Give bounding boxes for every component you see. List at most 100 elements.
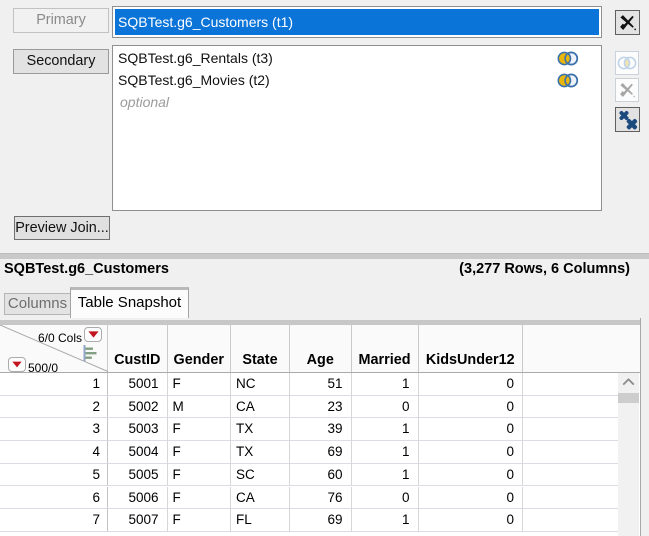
- table-row: 6 5006 F CA 76 0 0: [0, 487, 618, 510]
- cell-state[interactable]: TX: [231, 418, 290, 441]
- table-row: 3 5003 F TX 39 1 0: [0, 418, 618, 441]
- column-header[interactable]: State: [231, 325, 290, 372]
- secondary-table-item[interactable]: SQBTest.g6_Movies (t2): [113, 70, 601, 92]
- cell-filler: [523, 418, 618, 441]
- cell-filler: [523, 441, 618, 464]
- column-header[interactable]: Gender: [168, 325, 232, 372]
- cell-state[interactable]: TX: [231, 441, 290, 464]
- cell-custid[interactable]: 5005: [108, 464, 168, 487]
- venn-diagram-icon: [617, 56, 637, 70]
- preview-join-button[interactable]: Preview Join...: [14, 216, 110, 240]
- cell-custid[interactable]: 5001: [108, 373, 168, 396]
- cell-married[interactable]: 1: [352, 464, 419, 487]
- cell-state[interactable]: NC: [231, 373, 290, 396]
- row-number-cell[interactable]: 6: [0, 487, 108, 510]
- cell-age[interactable]: 69: [290, 509, 352, 532]
- table-row: 7 5007 F FL 69 1 0: [0, 509, 618, 532]
- cell-kidsunder12[interactable]: 0: [419, 509, 524, 532]
- remove-join-button[interactable]: [615, 78, 639, 102]
- cell-gender[interactable]: F: [168, 441, 232, 464]
- secondary-button[interactable]: Secondary: [13, 49, 109, 74]
- primary-table-selected-item[interactable]: SQBTest.g6_Customers (t1): [115, 9, 599, 35]
- tab-table-snapshot[interactable]: Table Snapshot: [70, 287, 189, 318]
- cell-age[interactable]: 76: [290, 487, 352, 510]
- edit-join-button[interactable]: [615, 51, 639, 75]
- cell-age[interactable]: 60: [290, 464, 352, 487]
- cell-gender[interactable]: F: [168, 509, 232, 532]
- cell-filler: [523, 396, 618, 419]
- red-triangle-icon: [88, 331, 99, 338]
- cell-filler: [523, 509, 618, 532]
- cell-married[interactable]: 1: [352, 441, 419, 464]
- cell-gender[interactable]: F: [168, 418, 232, 441]
- secondary-table-label: SQBTest.g6_Rentals (t3): [118, 50, 273, 66]
- scrollbar-up-button[interactable]: [618, 373, 639, 391]
- clear-joins-button[interactable]: [615, 107, 640, 132]
- cell-state[interactable]: CA: [231, 487, 290, 510]
- cell-filler: [523, 464, 618, 487]
- cell-married[interactable]: 1: [352, 509, 419, 532]
- cell-kidsunder12[interactable]: 0: [419, 441, 524, 464]
- vertical-scrollbar[interactable]: [618, 373, 639, 536]
- secondary-table-item[interactable]: SQBTest.g6_Rentals (t3): [113, 48, 601, 70]
- cell-age[interactable]: 51: [290, 373, 352, 396]
- columns-menu-button[interactable]: [84, 327, 102, 342]
- cell-married[interactable]: 1: [352, 373, 419, 396]
- column-header[interactable]: Age: [290, 325, 352, 372]
- row-number-cell[interactable]: 7: [0, 509, 108, 532]
- cell-kidsunder12[interactable]: 0: [419, 418, 524, 441]
- cell-filler: [523, 373, 618, 396]
- cell-custid[interactable]: 5004: [108, 441, 168, 464]
- red-triangle-icon: [12, 361, 22, 368]
- column-header-filler: [523, 325, 618, 372]
- row-number-cell[interactable]: 5: [0, 464, 108, 487]
- column-header[interactable]: CustID: [108, 325, 168, 372]
- cell-married[interactable]: 0: [352, 487, 419, 510]
- cell-filler: [523, 487, 618, 510]
- cell-state[interactable]: CA: [231, 396, 290, 419]
- scrollbar-thumb[interactable]: [618, 393, 639, 403]
- grid-body: 1 5001 F NC 51 1 0 2 5002 M CA 23 0 0 3 …: [0, 373, 640, 536]
- splitter-bar[interactable]: [0, 253, 649, 259]
- cell-married[interactable]: 0: [352, 396, 419, 419]
- cell-kidsunder12[interactable]: 0: [419, 464, 524, 487]
- row-number-cell[interactable]: 4: [0, 441, 108, 464]
- result-table-title: SQBTest.g6_Customers: [4, 261, 169, 277]
- cell-custid[interactable]: 5003: [108, 418, 168, 441]
- tab-columns[interactable]: Columns: [4, 293, 70, 315]
- cell-state[interactable]: SC: [231, 464, 290, 487]
- secondary-table-label: SQBTest.g6_Movies (t2): [118, 72, 270, 88]
- column-header[interactable]: KidsUnder12: [419, 325, 524, 372]
- column-header[interactable]: Married: [352, 325, 419, 372]
- table-row: 5 5005 F SC 60 1 0: [0, 464, 618, 487]
- secondary-tables-listbox[interactable]: SQBTest.g6_Rentals (t3) SQBTest.g6_Movie…: [112, 45, 602, 211]
- table-row: 4 5004 F TX 69 1 0: [0, 441, 618, 464]
- cell-age[interactable]: 69: [290, 441, 352, 464]
- cell-kidsunder12[interactable]: 0: [419, 373, 524, 396]
- row-number-cell[interactable]: 2: [0, 396, 108, 419]
- cell-gender[interactable]: M: [168, 396, 232, 419]
- mini-bar-chart-icon: [83, 345, 97, 366]
- cell-custid[interactable]: 5006: [108, 487, 168, 510]
- cell-kidsunder12[interactable]: 0: [419, 487, 524, 510]
- primary-table-listbox[interactable]: SQBTest.g6_Customers (t1): [112, 6, 602, 38]
- cell-gender[interactable]: F: [168, 464, 232, 487]
- primary-button[interactable]: Primary: [13, 8, 109, 33]
- cell-age[interactable]: 23: [290, 396, 352, 419]
- row-number-cell[interactable]: 3: [0, 418, 108, 441]
- columns-count-label: 6/0 Cols: [38, 331, 82, 345]
- remove-primary-table-button[interactable]: [615, 10, 640, 35]
- cell-gender[interactable]: F: [168, 487, 232, 510]
- result-table-summary: (3,277 Rows, 6 Columns): [459, 261, 630, 277]
- cell-married[interactable]: 1: [352, 418, 419, 441]
- grid-header: 6/0 Cols: [0, 325, 640, 373]
- row-number-cell[interactable]: 1: [0, 373, 108, 396]
- cell-state[interactable]: FL: [231, 509, 290, 532]
- cell-gender[interactable]: F: [168, 373, 232, 396]
- cell-age[interactable]: 39: [290, 418, 352, 441]
- cell-kidsunder12[interactable]: 0: [419, 396, 524, 419]
- cell-custid[interactable]: 5002: [108, 396, 168, 419]
- chevron-up-icon: [622, 378, 635, 386]
- cell-custid[interactable]: 5007: [108, 509, 168, 532]
- rows-menu-button[interactable]: [8, 357, 26, 372]
